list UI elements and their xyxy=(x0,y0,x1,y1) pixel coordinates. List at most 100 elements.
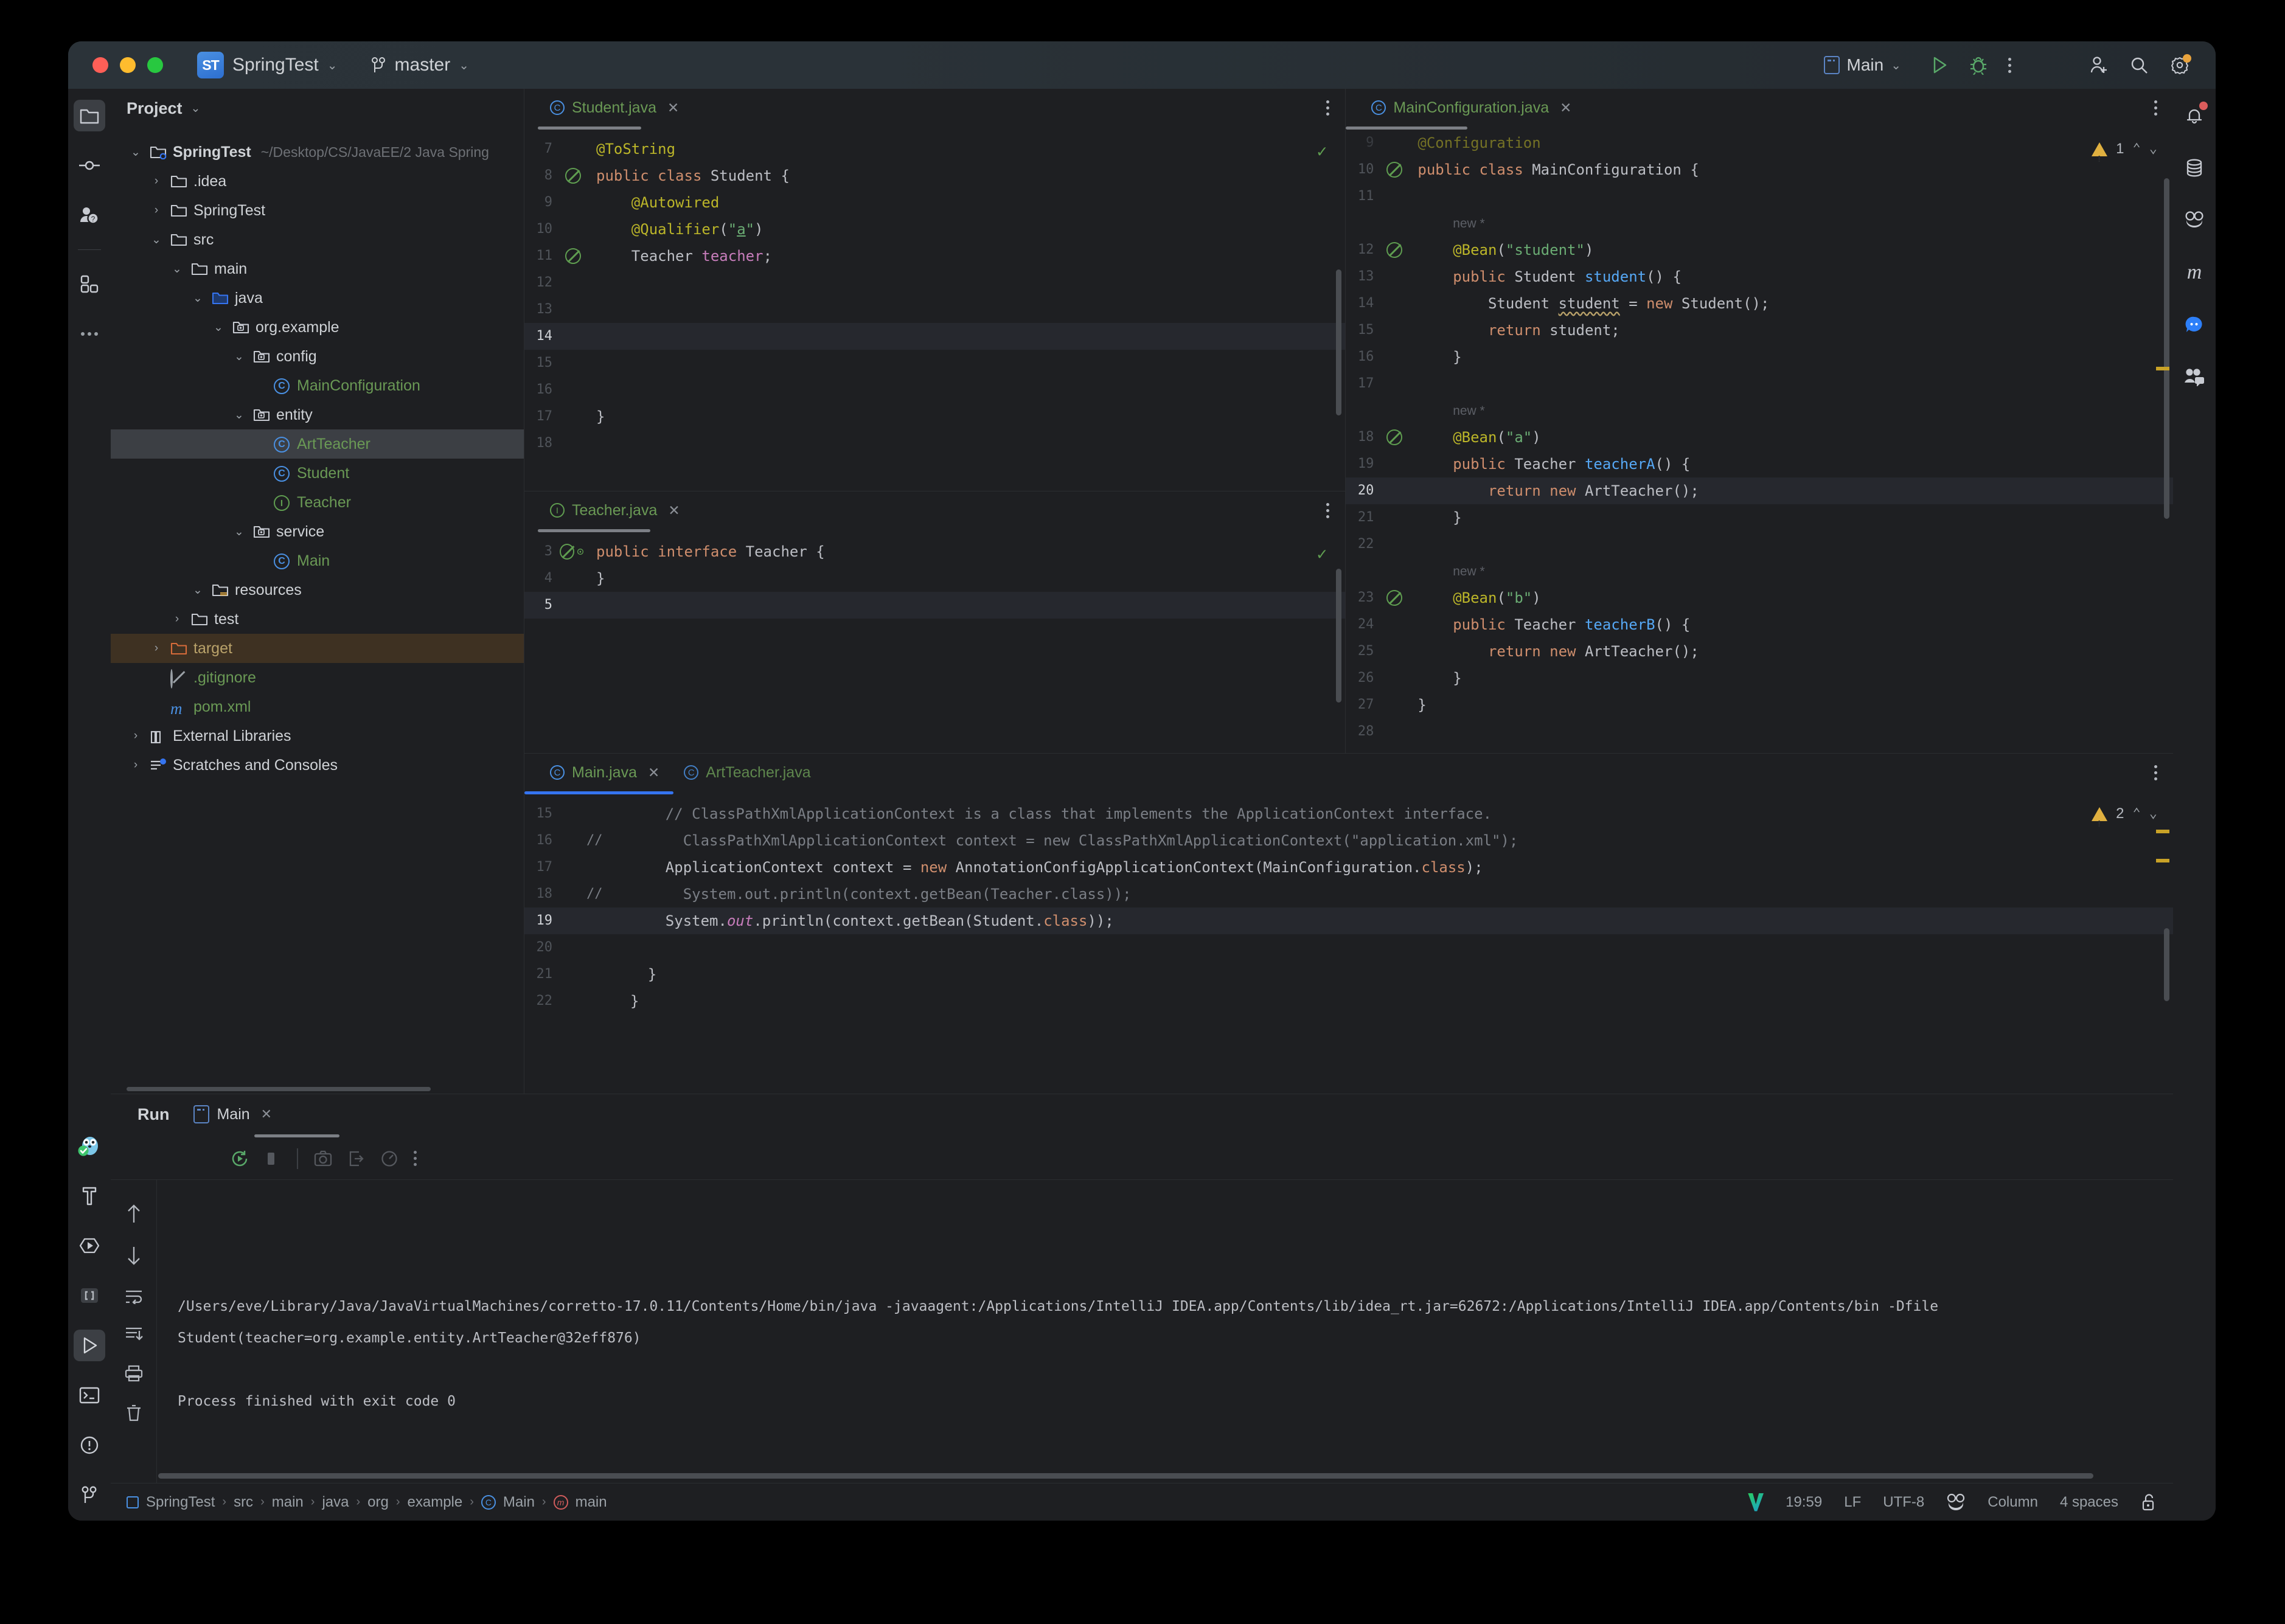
breadcrumb-item[interactable]: main xyxy=(576,1494,607,1511)
code-line[interactable]: 16 } xyxy=(1346,344,2173,370)
code-line[interactable]: 15 // ClassPathXmlApplicationContext is … xyxy=(524,800,2173,827)
tree-item-resources[interactable]: ⌄resources xyxy=(111,575,524,605)
arrow-up-icon[interactable] xyxy=(126,1203,142,1224)
code-line[interactable]: 3⊙public interface Teacher { xyxy=(524,538,1345,565)
unlocked-icon[interactable] xyxy=(2140,1493,2157,1511)
tab-mainconfiguration-java[interactable]: C MainConfiguration.java ✕ xyxy=(1359,89,1584,127)
close-icon[interactable]: ✕ xyxy=(668,502,680,519)
search-icon[interactable] xyxy=(2129,55,2149,75)
console-horizontal-scrollbar[interactable] xyxy=(157,1473,2173,1480)
tree-expand-arrow[interactable]: ⌄ xyxy=(231,350,247,364)
tree-expand-arrow[interactable]: › xyxy=(148,642,164,655)
student-vertical-scrollbar[interactable] xyxy=(1336,269,1341,415)
tree-item-entity[interactable]: ⌄entity xyxy=(111,400,524,429)
code-line[interactable]: 17 ApplicationContext context = new Anno… xyxy=(524,854,2173,881)
add-user-icon[interactable] xyxy=(2089,55,2109,75)
code-line[interactable]: 17} xyxy=(524,403,1345,430)
column-mode-label[interactable]: Column xyxy=(1988,1494,2038,1511)
spring-bean-gutter-icon[interactable] xyxy=(1386,242,1402,258)
code-line[interactable]: 11 xyxy=(1346,183,2173,210)
close-window-button[interactable] xyxy=(92,57,108,73)
code-line[interactable]: 7@ToString xyxy=(524,136,1345,162)
next-problem-icon[interactable]: ⌄ xyxy=(2149,800,2157,827)
spring-bean-gutter-icon[interactable] xyxy=(565,168,581,184)
sidebar-item-plugins[interactable] xyxy=(74,268,105,300)
editor-options-icon[interactable] xyxy=(1310,97,1345,119)
close-icon[interactable]: ✕ xyxy=(667,100,679,116)
code-line[interactable]: 15 return student; xyxy=(1346,317,2173,344)
spring-bean-gutter-icon[interactable] xyxy=(1386,162,1402,178)
tree-item-scratches-and-consoles[interactable]: ›Scratches and Consoles xyxy=(111,751,524,780)
code-line[interactable]: 13 xyxy=(524,296,1345,323)
tree-expand-arrow[interactable]: ⌄ xyxy=(128,145,144,159)
code-line[interactable]: 14 xyxy=(524,323,1345,350)
tree-item-target[interactable]: ›target xyxy=(111,634,524,663)
tree-expand-arrow[interactable]: ⌄ xyxy=(190,583,206,597)
inspection-badge-main[interactable]: 2 ⌃ ⌄ xyxy=(2092,800,2157,827)
sidebar-item-code-with-me[interactable] xyxy=(2179,361,2210,393)
tree-item-springtest[interactable]: ⌄SpringTest~/Desktop/CS/JavaEE/2 Java Sp… xyxy=(111,137,524,167)
arrow-down-icon[interactable] xyxy=(126,1246,142,1266)
tree-item-external-libraries[interactable]: ›External Libraries xyxy=(111,721,524,751)
kebab-icon[interactable] xyxy=(414,1148,417,1169)
code-line[interactable]: 12 @Bean("student") xyxy=(1346,237,2173,263)
minimize-window-button[interactable] xyxy=(120,57,136,73)
sidebar-item-pull-requests[interactable]: ? xyxy=(74,200,105,231)
main-vertical-scrollbar[interactable] xyxy=(2164,928,2169,1001)
tree-item-main[interactable]: ⌄main xyxy=(111,254,524,283)
tree-item-src[interactable]: ⌄src xyxy=(111,225,524,254)
code-line[interactable]: 19 System.out.println(context.getBean(St… xyxy=(524,907,2173,934)
stop-icon[interactable] xyxy=(265,1151,281,1167)
tree-item-mainconfiguration[interactable]: ›CMainConfiguration xyxy=(111,371,524,400)
tab-artteacher-java[interactable]: C ArtTeacher.java xyxy=(672,754,823,791)
sidebar-item-go-assistant[interactable] xyxy=(74,1130,105,1162)
code-line[interactable]: 4} xyxy=(524,565,1345,592)
sidebar-item-ai-assistant[interactable] xyxy=(2179,204,2210,236)
trash-icon[interactable] xyxy=(125,1404,142,1422)
sidebar-item-commit[interactable] xyxy=(74,150,105,181)
editor-options-icon[interactable] xyxy=(1310,500,1345,521)
tree-item--idea[interactable]: ›.idea xyxy=(111,167,524,196)
tree-item-student[interactable]: ›CStudent xyxy=(111,459,524,488)
gutter-marker[interactable] xyxy=(1381,429,1408,445)
tree-item-test[interactable]: ›test xyxy=(111,605,524,634)
camera-icon[interactable] xyxy=(314,1150,332,1167)
tree-expand-arrow[interactable]: ⌄ xyxy=(148,233,164,247)
file-encoding[interactable]: UTF-8 xyxy=(1883,1494,1924,1511)
tree-item--gitignore[interactable]: ›.gitignore xyxy=(111,663,524,692)
tree-expand-arrow[interactable]: › xyxy=(128,758,144,772)
sidebar-item-problems[interactable] xyxy=(74,1429,105,1461)
code-line[interactable]: 18 xyxy=(524,430,1345,457)
spring-bean-gutter-icon[interactable] xyxy=(1386,429,1402,445)
code-line[interactable]: 28 xyxy=(1346,718,2173,745)
editor-options-icon[interactable] xyxy=(2138,97,2173,119)
tree-expand-arrow[interactable]: › xyxy=(128,729,144,743)
caret-position[interactable]: 19:59 xyxy=(1786,1494,1822,1511)
breadcrumb-item[interactable]: org xyxy=(367,1494,389,1511)
tree-expand-arrow[interactable]: ⌄ xyxy=(231,408,247,422)
implemented-gutter-icon[interactable]: ⊙ xyxy=(574,545,586,558)
tree-expand-arrow[interactable]: ⌄ xyxy=(169,262,185,276)
breadcrumb-item[interactable]: java xyxy=(322,1494,349,1511)
spring-bean-gutter-icon[interactable] xyxy=(1386,590,1402,606)
project-horizontal-scrollbar[interactable] xyxy=(111,1084,524,1094)
code-line[interactable]: 9 @Autowired xyxy=(524,189,1345,216)
code-line[interactable]: 15 xyxy=(524,350,1345,377)
tab-student-java[interactable]: C Student.java ✕ xyxy=(538,89,691,127)
code-line[interactable]: 16 xyxy=(524,377,1345,403)
close-icon[interactable]: ✕ xyxy=(648,765,659,781)
sidebar-item-chat[interactable] xyxy=(2179,309,2210,341)
tree-item-java[interactable]: ⌄java xyxy=(111,283,524,313)
tree-item-teacher[interactable]: ›ITeacher xyxy=(111,488,524,517)
tree-item-org-example[interactable]: ⌄org.example xyxy=(111,313,524,342)
gutter-marker[interactable] xyxy=(1381,590,1408,606)
branch-selector[interactable]: master ⌄ xyxy=(363,51,476,79)
editor-options-icon[interactable] xyxy=(2138,762,2173,783)
tree-item-main[interactable]: ›CMain xyxy=(111,546,524,575)
settings-icon[interactable] xyxy=(2169,55,2190,75)
more-actions-icon[interactable] xyxy=(2008,55,2011,76)
tab-teacher-java[interactable]: I Teacher.java ✕ xyxy=(538,491,692,529)
sidebar-item-more[interactable] xyxy=(74,318,105,350)
breadcrumb-item[interactable]: SpringTest xyxy=(146,1494,215,1511)
breadcrumb-item[interactable]: example xyxy=(408,1494,463,1511)
